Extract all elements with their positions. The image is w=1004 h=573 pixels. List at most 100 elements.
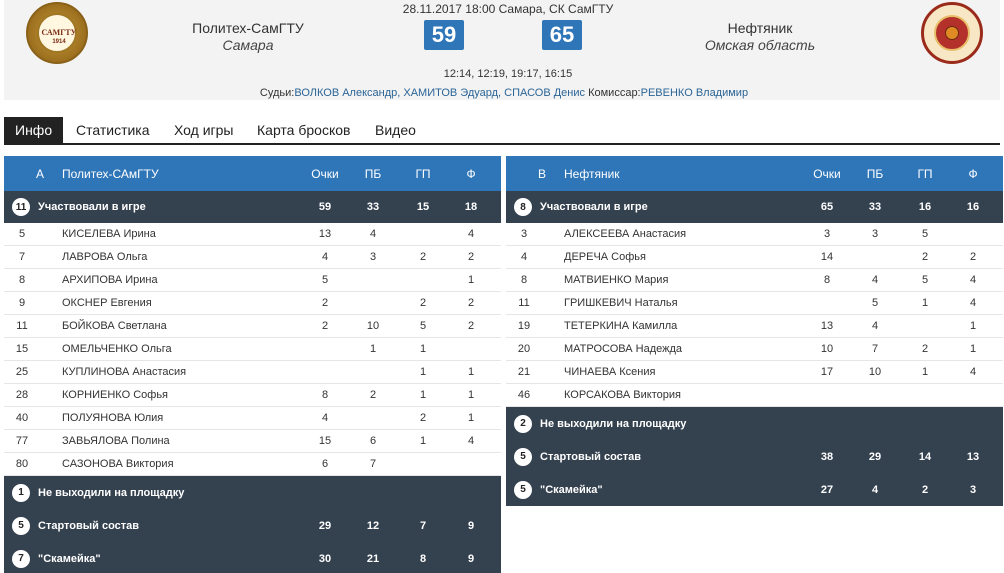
referees-link[interactable]: ВОЛКОВ Александр, ХАМИТОВ Эдуард, СПАСОВ… (294, 87, 585, 99)
count-badge: 11 (12, 198, 30, 216)
player-assists: 1 (419, 389, 427, 401)
table-row[interactable]: 20 МАТРОСОВА Надежда 10 7 2 1 (506, 338, 1003, 361)
player-name[interactable]: АРХИПОВА Ирина (62, 269, 302, 291)
col-points[interactable]: Очки (302, 156, 348, 191)
table-row[interactable]: 15 ОМЕЛЬЧЕНКО Ольга 1 1 (4, 338, 501, 361)
summary-fouls: 13 (966, 450, 980, 463)
player-name[interactable]: ЗАВЬЯЛОВА Полина (62, 430, 302, 452)
player-name[interactable]: КИСЕЛЕВА Ирина (62, 223, 302, 245)
col-assists[interactable]: ГП (400, 156, 446, 191)
player-name[interactable]: ЧИНАЕВА Ксения (564, 361, 804, 383)
commissioner-label: Комиссар: (588, 87, 641, 99)
player-assists: 1 (419, 343, 427, 355)
away-team-name[interactable]: Нефтяник (728, 20, 793, 36)
player-name[interactable]: САЗОНОВА Виктория (62, 453, 302, 475)
player-assists (902, 384, 948, 406)
count-badge: 1 (12, 483, 30, 502)
commissioner-link[interactable]: РЕВЕНКО Владимир (641, 87, 748, 99)
player-assists: 5 (419, 320, 427, 332)
summary-fouls: 9 (467, 519, 475, 532)
table-row[interactable]: 11 БОЙКОВА Светлана 2 10 5 2 (4, 315, 501, 338)
table-row[interactable]: 21 ЧИНАЕВА Ксения 17 10 1 4 (506, 361, 1003, 384)
table-row[interactable]: 80 САЗОНОВА Виктория 6 7 (4, 453, 501, 476)
player-name[interactable]: ТЕТЕРКИНА Камилла (564, 315, 804, 337)
table-row[interactable]: 25 КУПЛИНОВА Анастасия 1 1 (4, 361, 501, 384)
player-assists: 1 (921, 366, 929, 378)
player-name[interactable]: ОКСНЕР Евгения (62, 292, 302, 314)
table-row[interactable]: 7 ЛАВРОВА Ольга 4 3 2 2 (4, 246, 501, 269)
count-badge: 5 (514, 480, 532, 499)
home-logo-year: 1914 (52, 39, 66, 45)
player-fouls (448, 453, 494, 475)
player-rebounds (350, 292, 396, 314)
table-row[interactable]: 28 КОРНИЕНКО Софья 8 2 1 1 (4, 384, 501, 407)
player-name[interactable]: ПОЛУЯНОВА Юлия (62, 407, 302, 429)
home-team-logo[interactable]: САМГТУ 1914 (26, 2, 88, 64)
player-name[interactable]: ДЕРЕЧА Софья (564, 246, 804, 268)
tab-play-by-play[interactable]: Ход игры (163, 117, 245, 144)
player-name[interactable]: КОРНИЕНКО Софья (62, 384, 302, 406)
away-team-logo[interactable] (921, 2, 983, 64)
table-row[interactable]: 9 ОКСНЕР Евгения 2 2 2 (4, 292, 501, 315)
player-name[interactable]: КОРСАКОВА Виктория (564, 384, 804, 406)
player-name[interactable]: АЛЕКСЕЕВА Анастасия (564, 223, 804, 245)
not-played-row: 2 Не выходили на площадку (506, 407, 1003, 440)
player-name[interactable]: МАТРОСОВА Надежда (564, 338, 804, 360)
player-rebounds (852, 246, 898, 268)
col-assists[interactable]: ГП (902, 156, 948, 191)
player-name[interactable]: КУПЛИНОВА Анастасия (62, 361, 302, 383)
col-rebounds[interactable]: ПБ (350, 156, 396, 191)
played-summary-row: 8 Участвовали в игре 65 33 16 16 (506, 191, 1003, 223)
col-points[interactable]: Очки (804, 156, 850, 191)
table-header: В Нефтяник Очки ПБ ГП Ф (506, 156, 1003, 191)
tab-video[interactable]: Видео (364, 117, 427, 144)
table-row[interactable]: 4 ДЕРЕЧА Софья 14 2 2 (506, 246, 1003, 269)
player-points: 4 (321, 251, 329, 263)
summary-label: Стартовый состав (540, 450, 642, 463)
summary-assists: 8 (419, 552, 427, 565)
player-name[interactable]: ОМЕЛЬЧЕНКО Ольга (62, 338, 302, 360)
player-name[interactable]: БОЙКОВА Светлана (62, 315, 302, 337)
tab-info[interactable]: Инфо (4, 117, 64, 144)
player-fouls: 4 (969, 297, 977, 309)
home-boxscore-table: А Политех-САмГТУ Очки ПБ ГП Ф 11 Участво… (4, 156, 501, 573)
count-badge: 5 (514, 447, 532, 466)
player-fouls: 1 (969, 343, 977, 355)
col-rebounds[interactable]: ПБ (852, 156, 898, 191)
player-fouls: 2 (467, 297, 475, 309)
count-badge: 2 (514, 414, 532, 433)
player-rebounds: 4 (871, 274, 879, 286)
table-row[interactable]: 5 КИСЕЛЕВА Ирина 13 4 4 (4, 223, 501, 246)
table-header: А Политех-САмГТУ Очки ПБ ГП Ф (4, 156, 501, 191)
player-fouls: 1 (467, 389, 475, 401)
referees-label: Судьи: (259, 87, 295, 99)
table-row[interactable]: 77 ЗАВЬЯЛОВА Полина 15 6 1 4 (4, 430, 501, 453)
team-letter: В (537, 166, 546, 181)
player-assists: 2 (419, 251, 427, 263)
tab-statistics[interactable]: Статистика (65, 117, 161, 144)
player-fouls: 1 (467, 274, 475, 286)
player-name[interactable]: ЛАВРОВА Ольга (62, 246, 302, 268)
quarter-scores: 12:14, 12:19, 19:17, 16:15 (443, 68, 573, 80)
table-row[interactable]: 19 ТЕТЕРКИНА Камилла 13 4 1 (506, 315, 1003, 338)
table-row[interactable]: 8 МАТВИЕНКО Мария 8 4 5 4 (506, 269, 1003, 292)
home-team: Политех-СамГТУ Самара (148, 20, 348, 53)
col-fouls[interactable]: Ф (448, 156, 494, 191)
player-name[interactable]: МАТВИЕНКО Мария (564, 269, 804, 291)
table-row[interactable]: 46 КОРСАКОВА Виктория (506, 384, 1003, 407)
home-team-name[interactable]: Политех-СамГТУ (192, 20, 304, 36)
player-number: 9 (18, 297, 26, 309)
table-row[interactable]: 8 АРХИПОВА Ирина 5 1 (4, 269, 501, 292)
table-row[interactable]: 11 ГРИШКЕВИЧ Наталья 5 1 4 (506, 292, 1003, 315)
summary-assists: 7 (419, 519, 427, 532)
officials: Судьи:ВОЛКОВ Александр, ХАМИТОВ Эдуард, … (104, 87, 904, 99)
table-row[interactable]: 40 ПОЛУЯНОВА Юлия 4 2 1 (4, 407, 501, 430)
summary-fouls: 16 (966, 201, 980, 213)
player-name[interactable]: ГРИШКЕВИЧ Наталья (564, 292, 804, 314)
col-fouls[interactable]: Ф (950, 156, 996, 191)
table-row[interactable]: 3 АЛЕКСЕЕВА Анастасия 3 3 5 (506, 223, 1003, 246)
player-assists (400, 269, 446, 291)
player-number: 8 (520, 274, 528, 286)
summary-label: Участвовали в игре (38, 201, 146, 213)
tab-shot-chart[interactable]: Карта бросков (246, 117, 361, 144)
